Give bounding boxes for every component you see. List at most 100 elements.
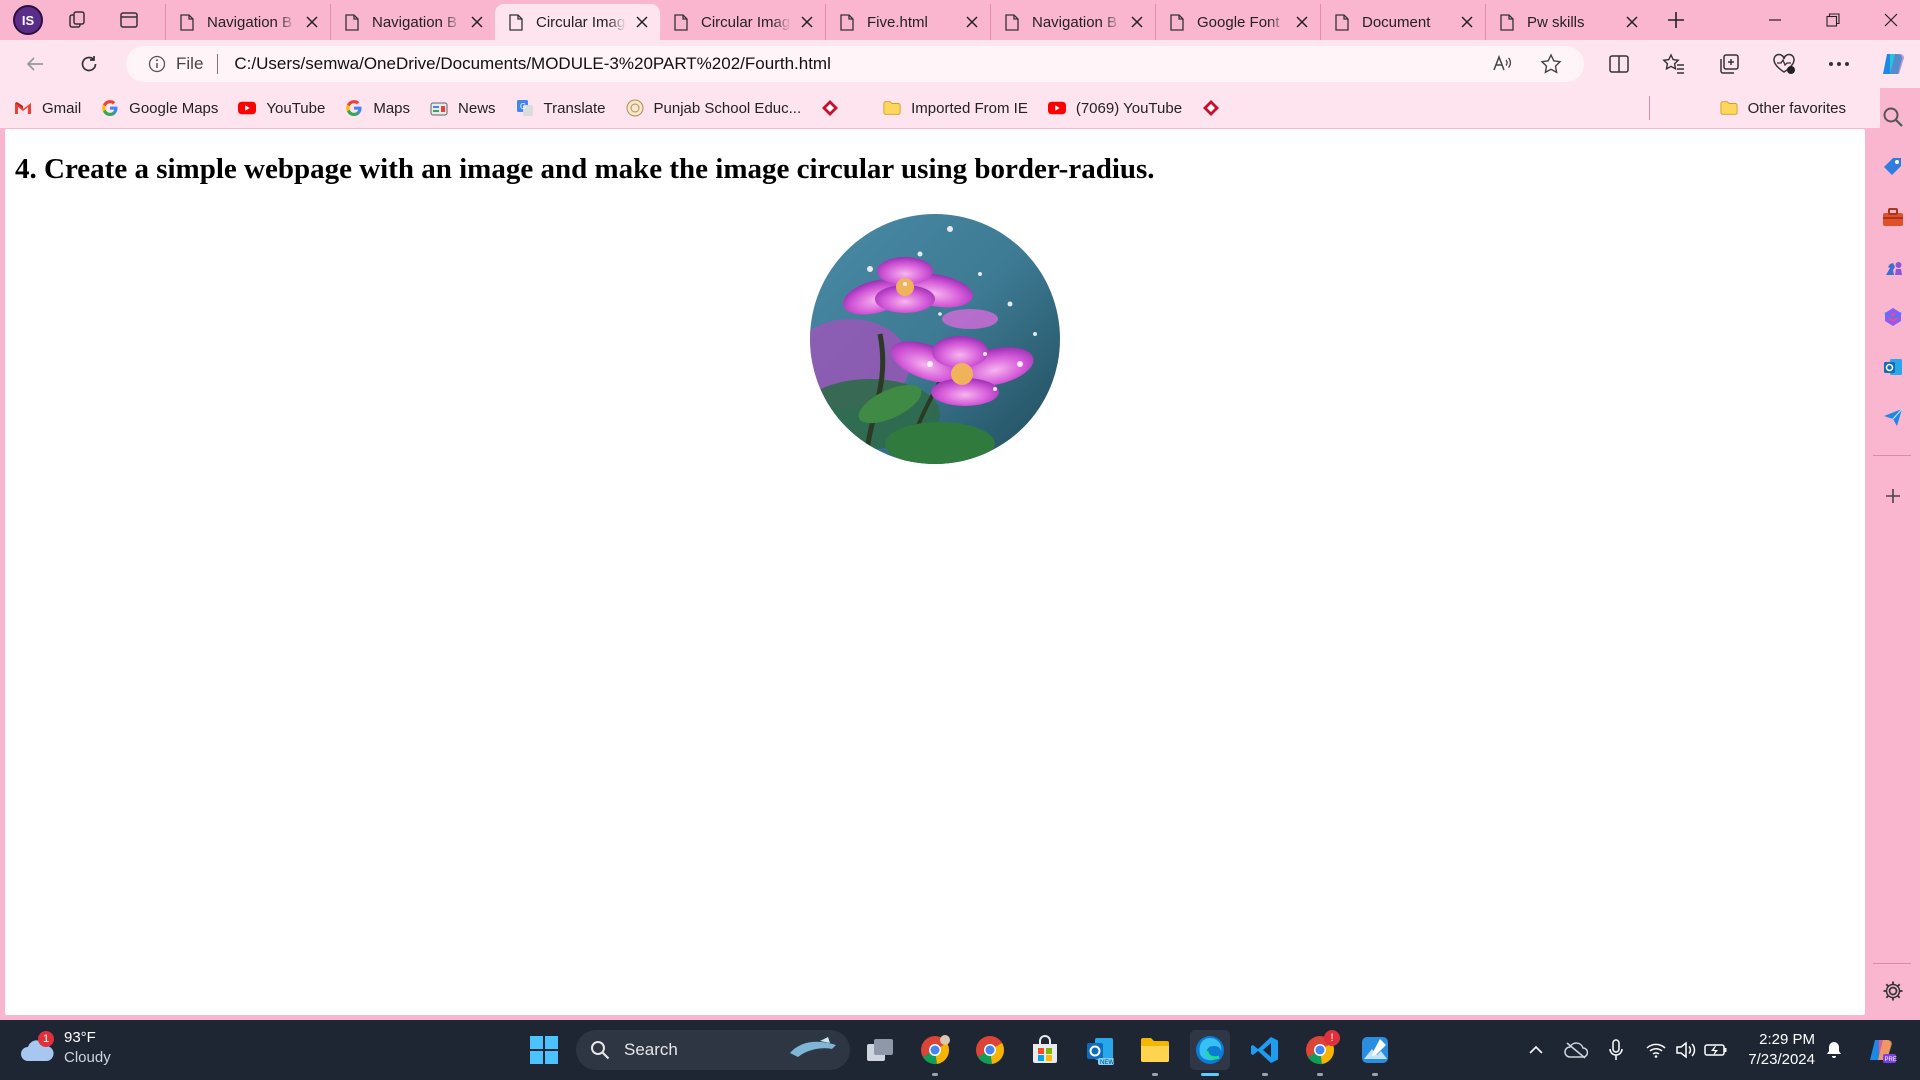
- other-favorites[interactable]: Other favorites: [1720, 88, 1846, 128]
- battery-button[interactable]: [1702, 1034, 1730, 1066]
- close-tab-icon[interactable]: [304, 14, 320, 30]
- sidebar-outlook-button[interactable]: [1878, 352, 1908, 382]
- favorite-extension-shortcut-2[interactable]: [1202, 99, 1230, 117]
- close-tab-icon[interactable]: [1459, 14, 1475, 30]
- taskbar-outlook-new[interactable]: NEW: [1080, 1030, 1120, 1070]
- onedrive-button[interactable]: [1562, 1034, 1590, 1066]
- back-arrow-icon: [26, 57, 43, 71]
- favorite-label: Gmail: [42, 99, 82, 117]
- taskbar-paint-app[interactable]: [1355, 1030, 1395, 1076]
- notifications-button[interactable]: [1820, 1034, 1848, 1066]
- back-button[interactable]: [18, 48, 52, 80]
- circular-flower-image: [810, 214, 1060, 464]
- close-tab-icon[interactable]: [1624, 14, 1640, 30]
- tab-active[interactable]: Circular Imag: [495, 4, 660, 40]
- copilot-icon: [1883, 54, 1904, 74]
- volume-icon: [1676, 1041, 1696, 1059]
- microphone-button[interactable]: [1602, 1034, 1630, 1066]
- favorite-label: Punjab School Educ...: [653, 99, 802, 117]
- info-icon[interactable]: [148, 55, 166, 73]
- clock-date: 7/23/2024: [1748, 1051, 1815, 1068]
- show-hidden-icons-button[interactable]: [1522, 1034, 1550, 1066]
- close-tab-icon[interactable]: [1294, 14, 1310, 30]
- tab[interactable]: Navigation B: [990, 4, 1155, 40]
- document-icon: [1335, 13, 1349, 31]
- tab[interactable]: Pw skills: [1485, 4, 1650, 40]
- divider: [1873, 963, 1911, 964]
- restore-button[interactable]: [1806, 0, 1860, 40]
- restore-icon: [1826, 13, 1840, 27]
- sidebar-games-button[interactable]: [1878, 252, 1908, 282]
- task-view-button[interactable]: [860, 1030, 900, 1070]
- close-tab-icon[interactable]: [1129, 14, 1145, 30]
- svg-text:NEW: NEW: [1100, 1060, 1114, 1066]
- favorite-youtube[interactable]: YouTube: [238, 99, 325, 117]
- favorite-extension-shortcut[interactable]: [821, 99, 849, 117]
- sidebar-tools-button[interactable]: [1878, 202, 1908, 232]
- copilot-button[interactable]: [1876, 48, 1910, 80]
- taskbar-search[interactable]: Search: [576, 1030, 850, 1070]
- sidebar-search-button[interactable]: [1878, 102, 1908, 132]
- tab[interactable]: Circular Imag: [660, 4, 825, 40]
- tab[interactable]: Navigation B: [165, 4, 330, 40]
- favorite-translate[interactable]: G Translate: [516, 99, 606, 117]
- add-favorite-button[interactable]: [1534, 46, 1568, 82]
- split-screen-button[interactable]: [1602, 48, 1636, 80]
- sidebar-add-button[interactable]: [1878, 481, 1908, 511]
- favorite-youtube-2[interactable]: (7069) YouTube: [1047, 99, 1182, 117]
- favorite-google-maps[interactable]: Google Maps: [101, 99, 218, 117]
- favorite-imported-from-ie[interactable]: Imported From IE: [883, 99, 1028, 117]
- web-page-viewport: 4. Create a simple webpage with an image…: [5, 129, 1865, 1015]
- refresh-button[interactable]: [72, 48, 106, 80]
- taskbar-edge[interactable]: [1190, 1030, 1230, 1076]
- tab-actions-button[interactable]: [111, 4, 147, 36]
- weather-widget[interactable]: 1 93°F Cloudy: [20, 1028, 111, 1068]
- sidebar-microsoft365-button[interactable]: [1878, 302, 1908, 332]
- system-clock[interactable]: 2:29 PM 7/23/2024: [1748, 1030, 1815, 1070]
- tab[interactable]: Navigation B: [330, 4, 495, 40]
- diamond-icon: [1202, 99, 1220, 117]
- collections-button[interactable]: [1712, 48, 1746, 80]
- taskbar-chrome-profile[interactable]: [915, 1030, 955, 1076]
- start-button[interactable]: [524, 1030, 564, 1070]
- taskbar-file-explorer[interactable]: [1135, 1030, 1175, 1076]
- youtube-icon: [1047, 99, 1066, 117]
- workspaces-button[interactable]: [59, 4, 95, 36]
- close-window-button[interactable]: [1864, 0, 1918, 40]
- taskbar-vscode[interactable]: [1245, 1030, 1285, 1076]
- wifi-button[interactable]: [1642, 1034, 1670, 1066]
- address-bar[interactable]: File C:/Users/semwa/OneDrive/Documents/M…: [126, 46, 1584, 82]
- tab[interactable]: Google Font: [1155, 4, 1320, 40]
- taskbar-chrome-alert[interactable]: !: [1300, 1030, 1340, 1076]
- taskbar-chrome[interactable]: [970, 1030, 1010, 1070]
- favorite-maps[interactable]: Maps: [345, 99, 410, 117]
- tab[interactable]: Five.html: [825, 4, 990, 40]
- copilot-taskbar-button[interactable]: PRE: [1864, 1034, 1900, 1066]
- folder-icon: [1720, 99, 1738, 117]
- gmail-icon: [14, 99, 32, 117]
- browser-essentials-button[interactable]: [1767, 48, 1801, 80]
- url-text[interactable]: C:/Users/semwa/OneDrive/Documents/MODULE…: [234, 54, 830, 74]
- new-tab-button[interactable]: [1658, 4, 1694, 36]
- close-tab-icon[interactable]: [964, 14, 980, 30]
- document-icon: [1170, 13, 1184, 31]
- close-tab-icon[interactable]: [634, 14, 650, 30]
- bell-icon: [1827, 1042, 1841, 1058]
- sidebar-send-button[interactable]: [1878, 402, 1908, 432]
- taskbar-microsoft-store[interactable]: [1025, 1030, 1065, 1070]
- sidebar-settings-button[interactable]: [1878, 976, 1908, 1006]
- volume-button[interactable]: [1672, 1034, 1700, 1066]
- favorite-gmail[interactable]: Gmail: [14, 99, 81, 117]
- close-tab-icon[interactable]: [469, 14, 485, 30]
- profile-avatar[interactable]: IS: [13, 5, 43, 35]
- minimize-button[interactable]: [1748, 0, 1802, 40]
- outlook-icon: [1884, 359, 1902, 375]
- sidebar-shopping-button[interactable]: [1878, 152, 1908, 182]
- tab[interactable]: Document: [1320, 4, 1485, 40]
- read-aloud-button[interactable]: [1486, 46, 1520, 82]
- favorites-button[interactable]: [1657, 48, 1691, 80]
- favorite-punjab-school[interactable]: Punjab School Educ...: [626, 99, 802, 117]
- settings-more-button[interactable]: [1822, 48, 1856, 80]
- favorite-news[interactable]: News: [430, 99, 496, 117]
- close-tab-icon[interactable]: [799, 14, 815, 30]
